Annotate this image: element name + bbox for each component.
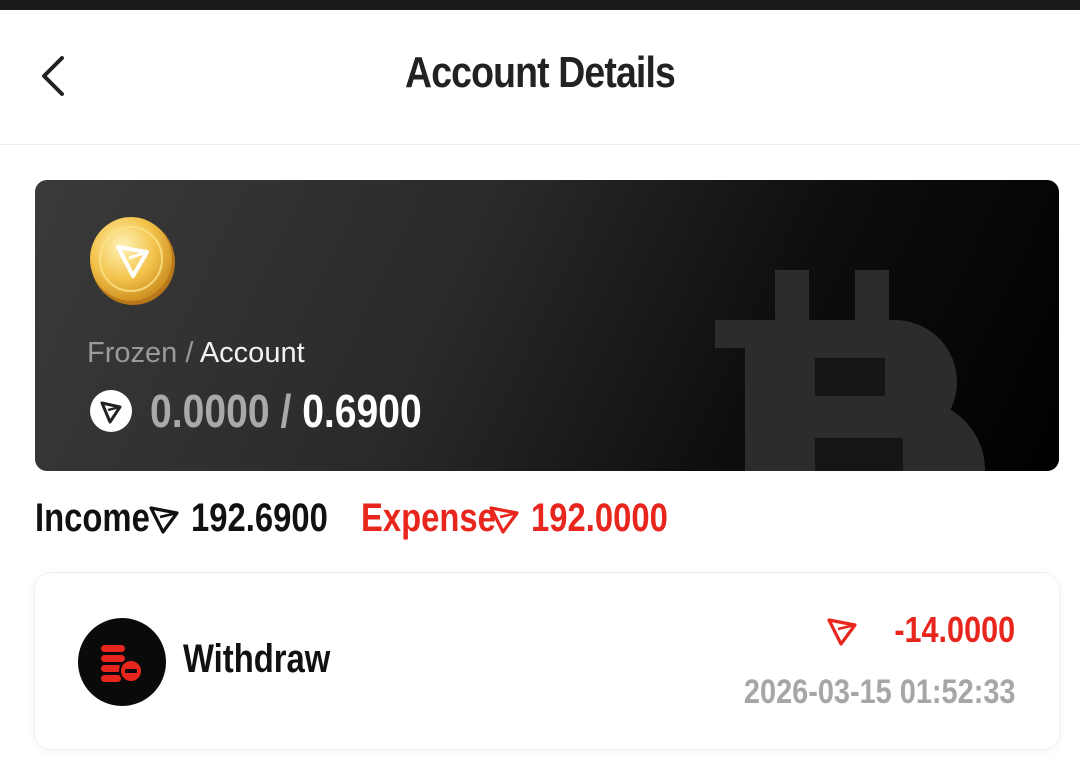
frozen-label: Frozen (87, 337, 178, 369)
transaction-time: 2026-03-15 01:52:33 (743, 673, 1015, 711)
expense-label: Expense (361, 495, 496, 540)
transaction-amount: -14.0000 (894, 609, 1015, 650)
tron-gold-coin-icon (90, 217, 175, 305)
balance-separator: / (269, 385, 303, 437)
account-balance: 0.6900 (302, 385, 422, 437)
expense-summary: Expense 192.0000 (361, 495, 668, 541)
tron-icon (827, 618, 857, 646)
withdraw-coins-icon (78, 618, 166, 706)
expense-value: 192.0000 (531, 495, 668, 540)
bitcoin-icon (715, 270, 985, 471)
list-item[interactable]: Withdraw -14.0000 2026-03-15 01:52:33 (35, 573, 1059, 749)
main-content: Frozen / Account 0.0000 / 0.6900 Income … (0, 145, 1080, 765)
label-separator: / (177, 337, 200, 369)
transaction-type: Withdraw (183, 637, 331, 681)
transaction-amount-row: -14.0000 (825, 609, 1015, 651)
balance-label: Frozen / Account (87, 337, 305, 370)
tron-icon (90, 390, 132, 432)
income-value: 192.6900 (191, 495, 328, 540)
income-label: Income (35, 495, 150, 540)
back-button[interactable] (30, 50, 80, 100)
income-expense-summary: Income 192.6900 Expense 192.0000 (35, 495, 668, 541)
account-label: Account (199, 337, 305, 369)
chevron-left-icon (42, 56, 64, 96)
balance-values: 0.0000 / 0.6900 (90, 385, 470, 437)
app-header: Account Details (0, 10, 1080, 145)
status-bar-edge (0, 0, 1080, 10)
balance-card: Frozen / Account 0.0000 / 0.6900 (35, 180, 1059, 471)
page-title: Account Details (405, 48, 676, 97)
tron-icon (149, 506, 179, 534)
frozen-balance: 0.0000 (150, 385, 270, 437)
income-summary: Income 192.6900 (35, 495, 328, 541)
